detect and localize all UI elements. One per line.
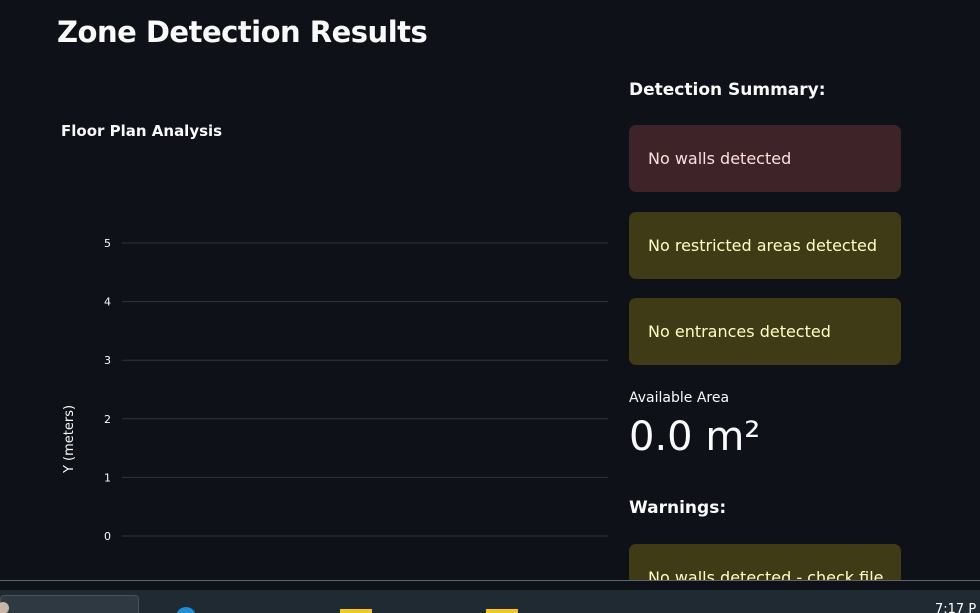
chart-y-tick-labels: 0 1 2 3 4 5 bbox=[104, 237, 111, 543]
available-area-label: Available Area bbox=[629, 390, 730, 406]
chart-title: Floor Plan Analysis bbox=[61, 122, 222, 140]
restricted-areas-alert-text: No restricted areas detected bbox=[648, 236, 877, 255]
edge-browser-icon[interactable] bbox=[176, 607, 196, 613]
restricted-areas-alert: No restricted areas detected bbox=[629, 212, 901, 279]
y-tick-label-3: 3 bbox=[104, 354, 111, 367]
taskbar-clock[interactable]: 7:17 P bbox=[935, 602, 976, 613]
taskbar-gap bbox=[0, 581, 980, 590]
file-explorer-icon[interactable] bbox=[340, 609, 372, 613]
floor-plan-chart[interactable]: Floor Plan Analysis Y (meters) 0 1 2 3 4 5 bbox=[40, 100, 620, 580]
walls-alert-text: No walls detected bbox=[648, 149, 792, 168]
app-avatar-icon bbox=[0, 602, 9, 613]
y-tick-label-0: 0 bbox=[104, 530, 111, 543]
entrances-alert: No entrances detected bbox=[629, 298, 901, 365]
chart-gridlines bbox=[122, 242, 608, 537]
taskbar-app-button[interactable] bbox=[0, 595, 139, 613]
page-title: Zone Detection Results bbox=[57, 15, 428, 49]
available-area-value: 0.0 m² bbox=[629, 414, 761, 460]
warnings-heading: Warnings: bbox=[629, 498, 727, 518]
os-taskbar: 7:17 P bbox=[0, 580, 980, 613]
entrances-alert-text: No entrances detected bbox=[648, 322, 831, 341]
y-tick-label-1: 1 bbox=[104, 471, 111, 484]
folder-icon[interactable] bbox=[486, 609, 518, 613]
y-tick-label-4: 4 bbox=[104, 296, 111, 309]
walls-alert: No walls detected bbox=[629, 125, 901, 192]
y-tick-label-2: 2 bbox=[104, 413, 111, 426]
y-tick-label-5: 5 bbox=[104, 237, 111, 250]
app-page: Zone Detection Results Floor Plan Analys… bbox=[0, 0, 980, 613]
chart-y-axis-label: Y (meters) bbox=[62, 405, 77, 474]
detection-summary-heading: Detection Summary: bbox=[629, 80, 826, 100]
chart-canvas: Floor Plan Analysis Y (meters) 0 1 2 3 4 5 bbox=[61, 122, 608, 543]
